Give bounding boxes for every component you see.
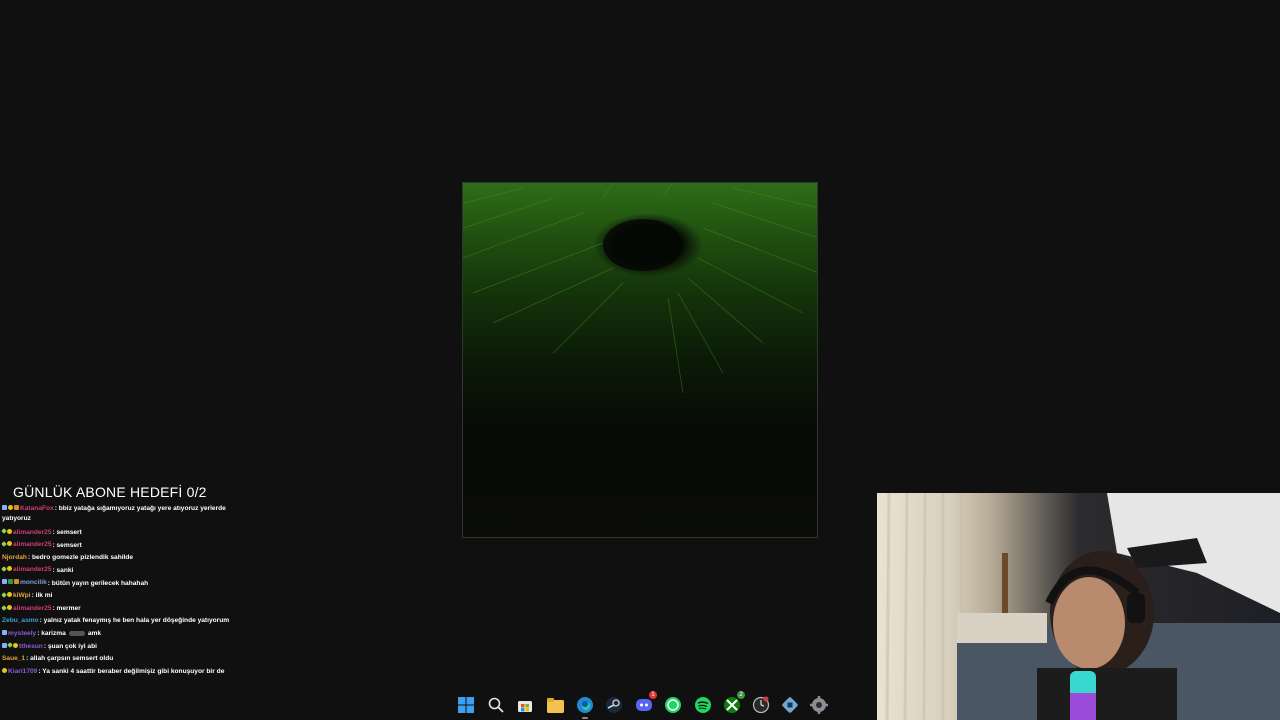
image-viewer[interactable]	[462, 182, 818, 538]
chat-username[interactable]: alimander25	[13, 566, 51, 573]
chat-badges	[1, 564, 13, 576]
chat-message: kiWpi: ilk mi	[1, 589, 238, 602]
sub-badge-icon	[2, 579, 7, 585]
chat-badges	[1, 526, 13, 538]
chat-username[interactable]: Saue_1	[2, 655, 25, 662]
chat-username[interactable]: kiWpi	[13, 592, 31, 599]
vip-badge-icon	[7, 605, 12, 611]
gift-badge-icon	[14, 504, 19, 510]
sub-badge-icon	[2, 504, 7, 510]
chat-text: : şuan çok iyi abi	[43, 642, 97, 650]
chat-message: alimander25: semsert	[1, 526, 238, 539]
dia-badge-icon	[1, 591, 7, 598]
vip-badge-icon	[7, 566, 12, 572]
vip-badge-icon	[8, 504, 13, 510]
chat-text: : allah çarpsın semsert oldu	[26, 655, 114, 663]
clock-app-icon[interactable]	[750, 694, 772, 716]
settings-gear-icon[interactable]	[808, 694, 830, 716]
steam-icon[interactable]	[603, 694, 625, 716]
chat-username[interactable]: Njordah	[2, 554, 27, 561]
chat-badges	[1, 602, 13, 614]
network-app-icon[interactable]	[779, 694, 801, 716]
spotify-icon[interactable]	[692, 694, 714, 716]
vip-badge-icon	[7, 541, 12, 547]
chat-message: Zebu_asmo: yalnız yatak fenaymış he ben …	[2, 615, 238, 627]
vip-badge-icon	[7, 592, 12, 598]
chat-text: : Ya sanki 4 saattir beraber değilmişiz …	[38, 667, 225, 675]
xbox-icon[interactable]: 2	[721, 691, 745, 716]
chat-message: Saue_1: allah çarpsın semsert oldu	[2, 653, 238, 665]
dia-badge-icon	[1, 528, 7, 534]
chat-text: : sanki	[52, 566, 74, 574]
chat-badges	[2, 503, 20, 513]
chat-text: : bütün yayın gerilecek hahahah	[47, 579, 149, 587]
chat-badges	[1, 539, 13, 551]
whatsapp-icon[interactable]	[662, 694, 684, 716]
chat-emote	[68, 630, 85, 636]
chat-message: mysteely: karizma amk	[2, 627, 238, 640]
chat-username[interactable]: Kiari1709	[8, 668, 37, 675]
mod-badge-icon	[8, 579, 13, 585]
dia-badge-icon	[1, 541, 7, 547]
chat-text: : yalnız yatak fenaymış he ben hala yer …	[39, 617, 230, 625]
vip-badge-icon	[7, 528, 12, 534]
chat-text: : karizma	[37, 630, 66, 638]
chat-message: Njordah: bedro gomezle pizlendik sahilde	[2, 552, 238, 564]
chat-text-after-emote: amk	[87, 630, 102, 638]
chat-message: alimander25: sanki	[1, 564, 238, 577]
sub-badge-icon	[2, 642, 7, 648]
chat-username[interactable]: alimander25	[13, 605, 51, 612]
search-icon[interactable]	[485, 694, 507, 716]
chat-message: KatanaFox: bbiz yatağa sığamıyoruz yatağ…	[2, 503, 238, 524]
chat-message: alimander25: mermer	[1, 602, 238, 615]
chat-badges	[2, 640, 19, 652]
microsoft-store-icon[interactable]	[514, 694, 536, 716]
chat-badges	[2, 577, 20, 589]
chat-message: alimander25: semsert	[1, 539, 238, 552]
chat-text: : ilk mi	[31, 592, 53, 600]
discord-icon[interactable]: 1	[633, 691, 657, 716]
dia-badge-icon	[1, 566, 7, 572]
gift-badge-icon	[14, 579, 19, 585]
chat-username[interactable]: moncilik	[20, 579, 47, 586]
chat-badges	[1, 589, 13, 601]
subscriber-goal-text: GÜNLÜK ABONE HEDEFİ 0/2	[13, 484, 207, 500]
webcam-feed	[877, 493, 1280, 720]
chat-text: : mermer	[52, 605, 81, 613]
edge-browser-icon[interactable]	[574, 694, 596, 719]
taskbar: 1 2	[455, 690, 835, 719]
discord-badge: 1	[649, 691, 657, 699]
chat-message: Kiari1709: Ya sanki 4 saattir beraber de…	[2, 665, 238, 678]
vip-badge-icon	[2, 667, 7, 673]
chat-text: : semsert	[52, 541, 82, 549]
xbox-badge: 2	[737, 691, 745, 699]
stream-chat: KatanaFox: bbiz yatağa sığamıyoruz yatağ…	[1, 503, 238, 678]
chat-username[interactable]: KatanaFox	[20, 505, 54, 512]
chat-username[interactable]: alimander25	[13, 529, 51, 536]
chat-username[interactable]: Zebu_asmo	[2, 617, 39, 624]
chat-text: : semsert	[52, 528, 82, 536]
chat-message: moncilik: bütün yayın gerilecek hahahah	[2, 577, 238, 590]
chat-username[interactable]: tthesun	[19, 643, 43, 650]
dia-badge-icon	[1, 604, 7, 611]
chat-text: : bedro gomezle pizlendik sahilde	[27, 553, 134, 561]
chat-username[interactable]: mysteely	[8, 630, 36, 637]
windows-start-icon[interactable]	[455, 694, 477, 716]
chat-username[interactable]: alimander25	[13, 541, 51, 548]
sub-badge-icon	[2, 630, 7, 636]
vip-badge-icon	[13, 642, 18, 648]
file-explorer-icon[interactable]	[544, 694, 566, 716]
dia-badge-icon	[7, 642, 13, 649]
chat-message: tthesun: şuan çok iyi abi	[2, 640, 238, 653]
grass-field-image	[463, 183, 817, 394]
